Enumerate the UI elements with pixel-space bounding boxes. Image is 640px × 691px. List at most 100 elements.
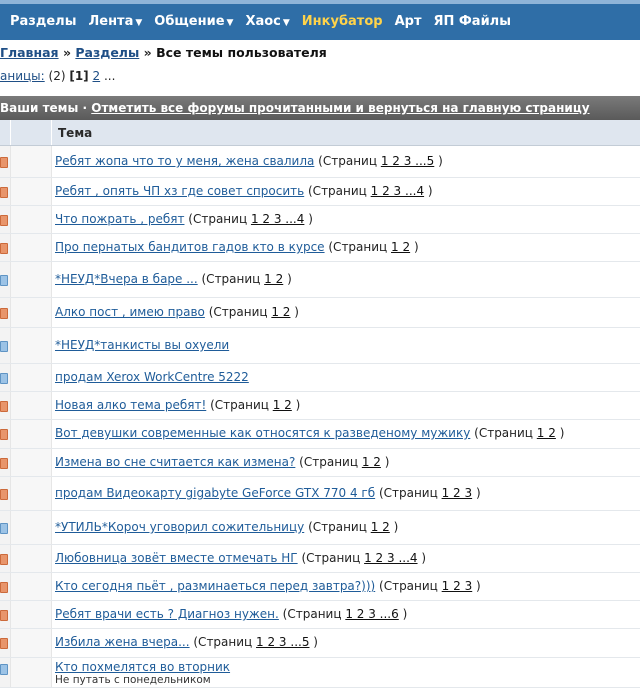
pages-suffix: ) <box>291 398 301 412</box>
status-cell <box>0 449 11 476</box>
topic-text: Ребят жопа что то у меня, жена свалила (… <box>55 154 443 168</box>
topic-row: Измена во сне считается как измена? (Стр… <box>0 449 640 477</box>
topic-pages-link[interactable]: 1 2 3 ...4 <box>251 212 304 226</box>
topic-row: Любовница зовёт вместе отмечать НГ (Стра… <box>0 545 640 573</box>
topic-pages-link[interactable]: 1 2 <box>391 240 410 254</box>
topic-pages-link[interactable]: 1 2 3 <box>442 579 473 593</box>
topic-row: Новая алко тема ребят! (Страниц 1 2 ) <box>0 392 640 420</box>
caret-down-icon: ▼ <box>135 18 143 28</box>
topic-title-link[interactable]: Избила жена вчера... <box>55 635 190 649</box>
hot-topic-icon <box>0 489 8 500</box>
topic-text: *НЕУД*танкисты вы охуели <box>55 338 229 352</box>
nav-item[interactable]: Арт <box>395 14 422 29</box>
topic-title-link[interactable]: Ребят жопа что то у меня, жена свалила <box>55 154 314 168</box>
topic-pages-link[interactable]: 1 2 <box>271 305 290 319</box>
hot-topic-icon <box>0 308 8 319</box>
pages-prefix: (Страниц <box>297 551 365 565</box>
pages-prefix: (Страниц <box>206 398 273 412</box>
topic-pages-link[interactable]: 1 2 3 <box>442 486 473 500</box>
breadcrumb-separator: » <box>143 45 152 60</box>
nav-item[interactable]: Разделы <box>10 14 76 29</box>
topic-icon-cell <box>11 298 52 327</box>
topic-title-link[interactable]: Кто сегодня пьёт , разминаеться перед за… <box>55 579 375 593</box>
breadcrumb-home-link[interactable]: Главная <box>0 45 59 60</box>
topic-title-link[interactable]: Ребят врачи есть ? Диагноз нужен. <box>55 607 279 621</box>
topic-title-link[interactable]: Алко пост , имею право <box>55 305 205 319</box>
nav-item[interactable]: Общение ▼ <box>154 14 233 29</box>
topic-pages-link[interactable]: 1 2 3 ...6 <box>345 607 398 621</box>
topic-text: Что пожрать , ребят (Страниц 1 2 3 ...4 … <box>55 212 313 226</box>
topic-pages-link[interactable]: 1 2 3 ...4 <box>364 551 417 565</box>
topic-row: Алко пост , имею право (Страниц 1 2 ) <box>0 298 640 328</box>
hot-topic-icon <box>0 582 8 593</box>
status-cell <box>0 262 11 297</box>
topic-pages-link[interactable]: 1 2 3 ...5 <box>256 635 309 649</box>
topic-text: Про пернатых бандитов гадов кто в курсе … <box>55 240 419 254</box>
status-cell <box>0 328 11 363</box>
pages-prefix: (Страниц <box>324 240 392 254</box>
header-cell-icon <box>11 120 52 145</box>
pages-suffix: ) <box>290 305 299 319</box>
nav-item-label: Разделы <box>10 14 77 29</box>
topic-text: Измена во сне считается как измена? (Стр… <box>55 455 389 469</box>
nav-item[interactable]: Хаос ▼ <box>245 14 289 29</box>
topic-pages-link[interactable]: 1 2 3 ...4 <box>371 184 424 198</box>
pages-suffix: ) <box>417 551 427 565</box>
top-navigation-bar: Разделы Лента ▼ Общение ▼ Хаос ▼ Инкубатор Арт ЯП… <box>0 0 640 40</box>
topic-title-link[interactable]: продам Видеокарту gigabyte GeForce GTX 7… <box>55 486 375 500</box>
topic-text: Кто сегодня пьёт , разминаеться перед за… <box>55 579 481 593</box>
topic-pages-link[interactable]: 1 2 <box>537 426 556 440</box>
section-separator: · <box>82 101 88 115</box>
pages-suffix: ) <box>304 212 313 226</box>
status-cell <box>0 234 11 261</box>
topic-row: *НЕУД*Вчера в баре ... (Страниц 1 2 ) <box>0 262 640 298</box>
topic-title-link[interactable]: продам Xerox WorkCentre 5222 <box>55 370 249 384</box>
topic-text: *УТИЛЬ*Короч уговорил сожительницу (Стра… <box>55 520 398 534</box>
topic-row: продам Xerox WorkCentre 5222 <box>0 364 640 392</box>
topic-row: *УТИЛЬ*Короч уговорил сожительницу (Стра… <box>0 511 640 545</box>
nav-item[interactable]: Инкубатор <box>302 14 383 29</box>
pages-suffix: ) <box>472 486 481 500</box>
topic-text: Ребят , опять ЧП хз где совет спросить (… <box>55 184 433 198</box>
nav-item[interactable]: ЯП Файлы <box>433 14 510 29</box>
caret-down-icon: ▼ <box>282 18 290 28</box>
pages-prefix: (Страниц <box>375 579 442 593</box>
topic-title-link[interactable]: Вот девушки современные как относятся к … <box>55 426 470 440</box>
pages-suffix: ) <box>410 240 419 254</box>
breadcrumb-sections-link[interactable]: Разделы <box>75 45 139 60</box>
pages-prefix: (Страниц <box>470 426 537 440</box>
status-cell <box>0 477 11 510</box>
topic-title-link[interactable]: Про пернатых бандитов гадов кто в курсе <box>55 240 325 254</box>
topic-title-link[interactable]: *НЕУД*танкисты вы охуели <box>55 338 229 352</box>
topic-pages-link[interactable]: 1 2 <box>273 398 292 412</box>
pagination-page-2[interactable]: 2 <box>93 69 101 83</box>
topic-title-link[interactable]: Любовница зовёт вместе отмечать НГ <box>55 551 298 565</box>
topic-text: Новая алко тема ребят! (Страниц 1 2 ) <box>55 398 300 412</box>
nav-item-label: ЯП Файлы <box>433 14 511 29</box>
topic-title-link[interactable]: Измена во сне считается как измена? <box>55 455 295 469</box>
hot-topic-icon <box>0 429 8 440</box>
topic-pages-link[interactable]: 1 2 <box>264 272 283 286</box>
hot-topic-icon <box>0 157 8 168</box>
hot-topic-icon <box>0 215 8 226</box>
topic-title-link[interactable]: Кто похмелятся во вторник <box>55 660 230 674</box>
mark-all-read-link[interactable]: Отметить все форумы прочитанными и верну… <box>91 101 589 115</box>
pages-prefix: (Страниц <box>304 520 371 534</box>
hot-topic-icon <box>0 638 8 649</box>
pages-suffix: ) <box>389 520 399 534</box>
nav-item[interactable]: Лента ▼ <box>88 14 142 29</box>
topic-icon-cell <box>11 545 52 572</box>
header-topic-label[interactable]: Тема <box>58 126 92 140</box>
topic-title-link[interactable]: *УТИЛЬ*Короч уговорил сожительницу <box>55 520 304 534</box>
topic-title-link[interactable]: Что пожрать , ребят <box>55 212 184 226</box>
status-cell <box>0 658 11 687</box>
pagination-more: ... <box>103 69 116 83</box>
topic-title-link[interactable]: Новая алко тема ребят! <box>55 398 206 412</box>
topic-title-link[interactable]: *НЕУД*Вчера в баре ... <box>55 272 198 286</box>
topic-pages-link[interactable]: 1 2 <box>362 455 381 469</box>
pagination-label-link[interactable]: аницы: <box>0 69 45 83</box>
top-strip <box>0 0 640 4</box>
topic-pages-link[interactable]: 1 2 3 ...5 <box>381 154 434 168</box>
topic-title-link[interactable]: Ребят , опять ЧП хз где совет спросить <box>55 184 304 198</box>
topic-pages-link[interactable]: 1 2 <box>371 520 390 534</box>
